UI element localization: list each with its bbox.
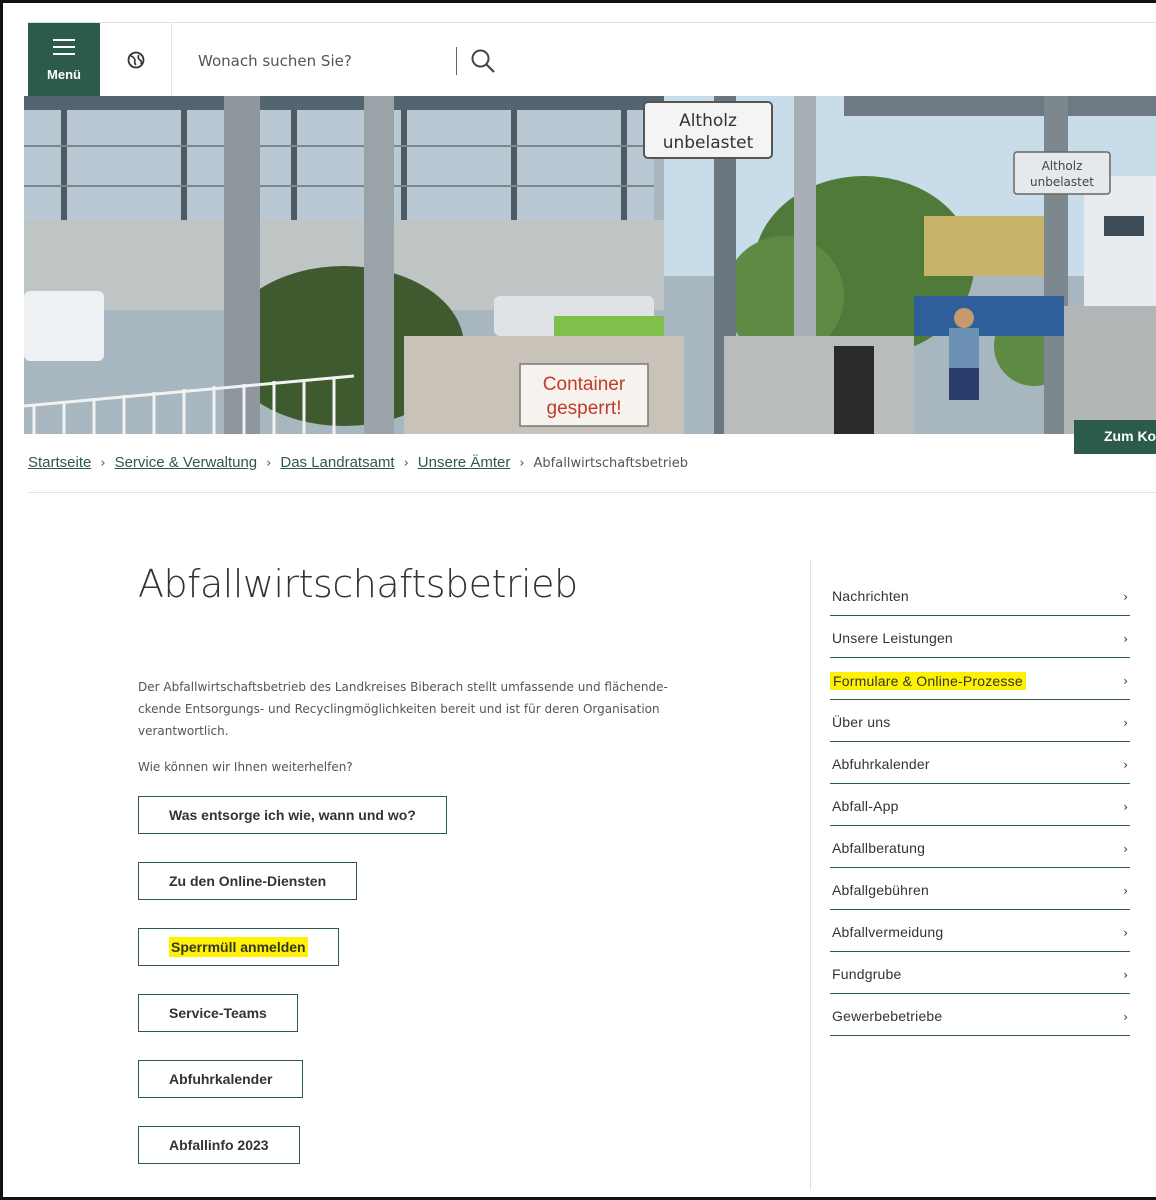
- svg-text:unbelastet: unbelastet: [1030, 175, 1094, 189]
- svg-text:Container: Container: [543, 374, 626, 395]
- menu-icon: [53, 39, 75, 55]
- search-icon[interactable]: [470, 48, 496, 74]
- abfallinfo-button[interactable]: Abfallinfo 2023: [138, 1126, 300, 1164]
- breadcrumb-unsere-aemter[interactable]: Unsere Ämter: [418, 454, 511, 471]
- intro-line: verantwortlich.: [138, 724, 229, 738]
- chevron-right-icon: ›: [1123, 758, 1128, 772]
- svg-text:gesperrt!: gesperrt!: [547, 398, 622, 419]
- breadcrumb-separator: ›: [100, 456, 106, 471]
- sidebar-item-nachrichten[interactable]: Nachrichten ›: [830, 574, 1130, 616]
- breadcrumb-separator: ›: [403, 456, 409, 471]
- sidebar-item-label: Fundgrube: [832, 966, 902, 982]
- intro-line: Der Abfallwirtschaftsbetrieb des Landkre…: [138, 680, 668, 694]
- sidebar-item-label: Abfuhrkalender: [832, 756, 930, 772]
- breadcrumb-separator: ›: [519, 456, 525, 471]
- menu-button[interactable]: Menü: [28, 23, 100, 97]
- search-divider: [456, 47, 457, 75]
- chevron-right-icon: ›: [1123, 1010, 1128, 1024]
- contact-button[interactable]: Zum Kontakt: [1074, 420, 1156, 454]
- page-title: Abfallwirtschaftsbetrieb: [138, 562, 578, 606]
- entsorge-button[interactable]: Was entsorge ich wie, wann und wo?: [138, 796, 447, 834]
- sidebar-item-abfallberatung[interactable]: Abfallberatung ›: [830, 826, 1130, 868]
- sidebar-item-abfallgebuehren[interactable]: Abfallgebühren ›: [830, 868, 1130, 910]
- search-input[interactable]: [198, 47, 448, 75]
- abfuhrkalender-button[interactable]: Abfuhrkalender: [138, 1060, 304, 1098]
- sidebar-item-label: Unsere Leistungen: [832, 630, 953, 646]
- chevron-right-icon: ›: [1123, 716, 1128, 730]
- sidebar-item-formulare[interactable]: Formulare & Online-Prozesse ›: [830, 658, 1130, 700]
- service-teams-button[interactable]: Service-Teams: [138, 994, 298, 1032]
- online-dienste-button[interactable]: Zu den Online-Diensten: [138, 862, 358, 900]
- svg-text:Altholz: Altholz: [1042, 159, 1083, 173]
- help-question: Wie können wir Ihnen weiterhelfen?: [138, 760, 353, 774]
- sperrmuell-button-label: Sperrmüll anmelden: [169, 937, 308, 957]
- chevron-right-icon: ›: [1123, 590, 1128, 604]
- abfallinfo-button-label: Abfallinfo 2023: [169, 1137, 269, 1153]
- sidebar-item-label: Abfallvermeidung: [832, 924, 944, 940]
- sidebar-item-label: Gewerbebetriebe: [832, 1008, 943, 1024]
- breadcrumb: Startseite › Service & Verwaltung › Das Land…: [28, 454, 688, 471]
- sperrmuell-button[interactable]: Sperrmüll anmelden: [138, 928, 339, 966]
- chevron-right-icon: ›: [1123, 800, 1128, 814]
- divider: [28, 492, 1156, 493]
- online-dienste-button-label: Zu den Online-Diensten: [169, 873, 327, 889]
- sidebar-item-leistungen[interactable]: Unsere Leistungen ›: [830, 616, 1130, 658]
- sidebar-item-label: Über uns: [832, 714, 891, 730]
- sidebar-item-ueber-uns[interactable]: Über uns ›: [830, 700, 1130, 742]
- menu-label: Menü: [47, 67, 81, 82]
- breadcrumb-service-verwaltung[interactable]: Service & Verwaltung: [115, 454, 258, 471]
- sidebar-item-abfall-app[interactable]: Abfall-App ›: [830, 784, 1130, 826]
- chevron-right-icon: ›: [1123, 842, 1128, 856]
- sidebar-item-label: Abfallgebühren: [832, 882, 929, 898]
- service-teams-button-label: Service-Teams: [169, 1005, 267, 1021]
- svg-text:unbelastet: unbelastet: [663, 133, 754, 153]
- svg-text:Altholz: Altholz: [679, 111, 737, 131]
- abfuhrkalender-button-label: Abfuhrkalender: [169, 1071, 273, 1087]
- breadcrumb-separator: ›: [266, 456, 272, 471]
- breadcrumb-current: Abfallwirtschaftsbetrieb: [533, 456, 689, 471]
- intro-line: ckende Entsorgungs- und Recyclingmöglich…: [138, 702, 660, 716]
- sidebar-item-label: Formulare & Online-Prozesse: [830, 672, 1026, 690]
- sidebar-item-fundgrube[interactable]: Fundgrube ›: [830, 952, 1130, 994]
- sidebar-nav: Nachrichten › Unsere Leistungen › Formular…: [830, 574, 1130, 1036]
- sidebar-item-label: Nachrichten: [832, 588, 909, 604]
- sidebar-item-gewerbebetriebe[interactable]: Gewerbebetriebe ›: [830, 994, 1130, 1036]
- sidebar-item-label: Abfallberatung: [832, 840, 926, 856]
- sidebar-divider: [810, 560, 811, 1190]
- entsorge-button-label: Was entsorge ich wie, wann und wo?: [169, 807, 416, 823]
- language-button[interactable]: [100, 23, 172, 97]
- intro-text: Der Abfallwirtschaftsbetrieb des Landkre…: [138, 676, 718, 742]
- chevron-right-icon: ›: [1123, 968, 1128, 982]
- chevron-right-icon: ›: [1123, 674, 1128, 688]
- breadcrumb-startseite[interactable]: Startseite: [28, 454, 91, 471]
- site-header: Menü: [28, 22, 1156, 97]
- sidebar-item-abfallvermeidung[interactable]: Abfallvermeidung ›: [830, 910, 1130, 952]
- sidebar-item-label: Abfall-App: [832, 798, 899, 814]
- breadcrumb-landratsamt[interactable]: Das Landratsamt: [280, 454, 394, 471]
- chevron-right-icon: ›: [1123, 926, 1128, 940]
- chevron-right-icon: ›: [1123, 884, 1128, 898]
- sidebar-item-abfuhrkalender[interactable]: Abfuhrkalender ›: [830, 742, 1130, 784]
- hero-image: Altholz unbelastet Altholz unbelastet Co…: [24, 96, 1156, 434]
- globe-icon: [127, 51, 145, 69]
- chevron-right-icon: ›: [1123, 632, 1128, 646]
